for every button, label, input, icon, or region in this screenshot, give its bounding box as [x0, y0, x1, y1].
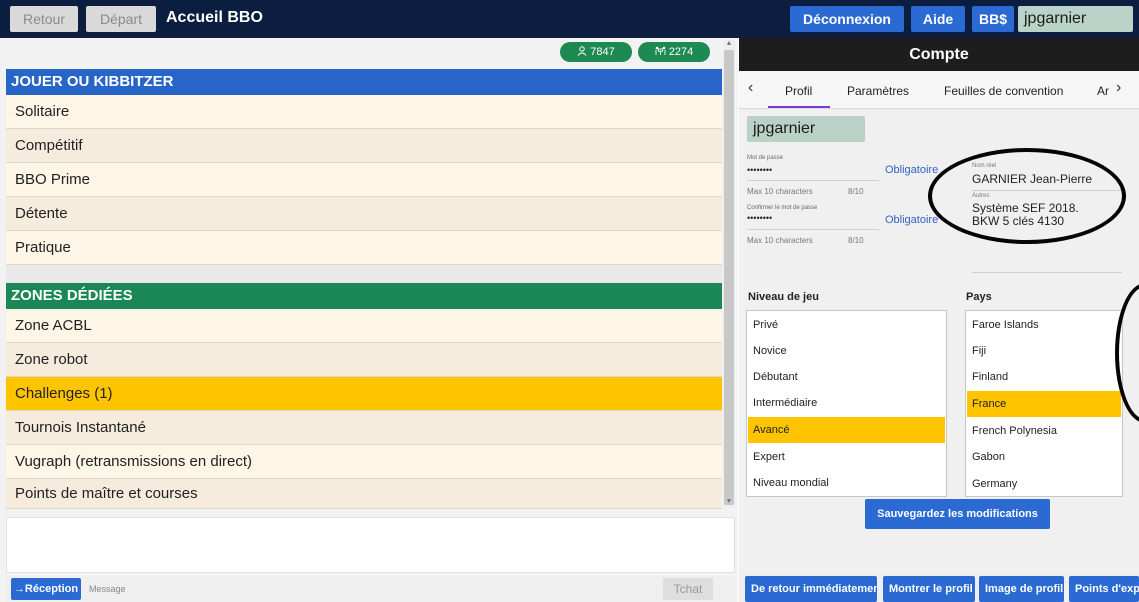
- skill-level-title: Niveau de jeu: [748, 291, 819, 303]
- departure-button[interactable]: Départ: [86, 6, 156, 32]
- scroll-up-icon[interactable]: ▲: [724, 40, 734, 47]
- skill-level-list[interactable]: Privé Novice Débutant Intermédiaire Avan…: [746, 310, 947, 497]
- online-users-badge: 7847: [560, 42, 632, 62]
- confirm-password-required: Obligatoire: [885, 214, 939, 226]
- list-item[interactable]: Débutant: [748, 364, 945, 390]
- page-title: Accueil BBO: [166, 9, 263, 26]
- menu-scrollbar-thumb[interactable]: [724, 50, 734, 505]
- password-hint: Max 10 characters: [747, 187, 813, 196]
- list-item-selected[interactable]: France: [967, 391, 1121, 417]
- list-item[interactable]: Faroe Islands: [967, 312, 1121, 338]
- scroll-down-icon[interactable]: ▼: [724, 498, 734, 505]
- password-counter: 8/10: [848, 187, 864, 196]
- list-item[interactable]: Finland: [967, 364, 1121, 390]
- confirm-password-field[interactable]: ••••••••: [747, 213, 772, 223]
- chat-area: [6, 517, 735, 573]
- list-item[interactable]: Novice: [748, 338, 945, 364]
- list-item[interactable]: French Polynesia: [967, 418, 1121, 444]
- experience-points-button[interactable]: Points d'expérience: [1069, 576, 1139, 602]
- list-item[interactable]: Expert: [748, 444, 945, 470]
- user-icon: [577, 46, 587, 56]
- password-label: Mot de passe: [747, 155, 784, 161]
- list-item[interactable]: Niveau mondial: [748, 470, 945, 496]
- menu-item-practice[interactable]: Pratique: [6, 231, 722, 265]
- chat-send-button[interactable]: Tchat: [663, 578, 713, 600]
- play-section-header: JOUER OU KIBBITZER: [6, 69, 722, 95]
- tables-badge: 2274: [638, 42, 710, 62]
- menu-item-solitaire[interactable]: Solitaire: [6, 95, 722, 129]
- help-button[interactable]: Aide: [911, 6, 965, 32]
- logout-button[interactable]: Déconnexion: [790, 6, 904, 32]
- list-item[interactable]: Fiji: [967, 338, 1121, 364]
- list-item[interactable]: Germany: [967, 471, 1121, 497]
- profile-username: jpgarnier: [747, 116, 865, 142]
- confirm-password-hint: Max 10 characters: [747, 236, 813, 245]
- menu-item-bbo-prime[interactable]: BBO Prime: [6, 163, 722, 197]
- annotation-circle: [928, 148, 1126, 244]
- tab-settings[interactable]: Paramètres: [847, 84, 909, 98]
- list-item[interactable]: Intermédiaire: [748, 390, 945, 416]
- menu-item-robot-zone[interactable]: Zone robot: [6, 343, 722, 377]
- list-item-selected[interactable]: Avancé: [748, 417, 945, 443]
- profile-image-button[interactable]: Image de profil: [979, 576, 1064, 602]
- save-button[interactable]: Sauvegardez les modifications: [865, 499, 1050, 529]
- menu-item-acbl-zone[interactable]: Zone ACBL: [6, 309, 722, 343]
- account-title: Compte: [739, 38, 1139, 71]
- others-underline: [972, 272, 1122, 273]
- chevron-left-icon[interactable]: ‹: [748, 79, 753, 97]
- confirm-password-counter: 8/10: [848, 236, 864, 245]
- bb-dollars-button[interactable]: BB$: [972, 6, 1014, 32]
- table-icon: [655, 46, 666, 55]
- back-soon-button[interactable]: De retour immédiatement: [745, 576, 877, 602]
- online-users-count: 7847: [590, 46, 615, 58]
- menu-item-competitive[interactable]: Compétitif: [6, 129, 722, 163]
- menu-item-masterpoints[interactable]: Points de maître et courses: [6, 479, 722, 509]
- zones-section-header: ZONES DÉDIÉES: [6, 283, 722, 309]
- list-item[interactable]: Privé: [748, 312, 945, 338]
- show-profile-button[interactable]: Montrer le profil: [883, 576, 975, 602]
- list-item[interactable]: Gabon: [967, 444, 1121, 470]
- password-field[interactable]: ••••••••: [747, 165, 772, 175]
- password-underline: [747, 180, 879, 181]
- back-button[interactable]: Retour: [10, 6, 78, 32]
- active-tab-indicator: [768, 106, 830, 108]
- tab-truncated[interactable]: Ar: [1097, 84, 1109, 98]
- message-input[interactable]: Message: [89, 584, 126, 594]
- reception-button[interactable]: →Réception: [11, 578, 81, 600]
- menu-item-casual[interactable]: Détente: [6, 197, 722, 231]
- menu-item-instant-tournaments[interactable]: Tournois Instantané: [6, 411, 722, 445]
- country-title: Pays: [966, 291, 992, 303]
- section-divider: [6, 265, 722, 283]
- country-list[interactable]: Faroe Islands Fiji Finland France French…: [965, 310, 1123, 497]
- tab-convention-cards[interactable]: Feuilles de convention: [944, 84, 1063, 98]
- confirm-password-label: Confirmer le mot de passe: [747, 205, 818, 211]
- username-button[interactable]: jpgarnier: [1018, 6, 1133, 32]
- confirm-underline: [747, 229, 879, 230]
- tab-profile[interactable]: Profil: [785, 84, 812, 98]
- chevron-right-icon[interactable]: ›: [1116, 79, 1121, 97]
- menu-item-challenges[interactable]: Challenges (1): [6, 377, 722, 411]
- menu-item-vugraph[interactable]: Vugraph (retransmissions en direct): [6, 445, 722, 479]
- tables-count: 2274: [668, 46, 694, 58]
- password-required: Obligatoire: [885, 164, 939, 176]
